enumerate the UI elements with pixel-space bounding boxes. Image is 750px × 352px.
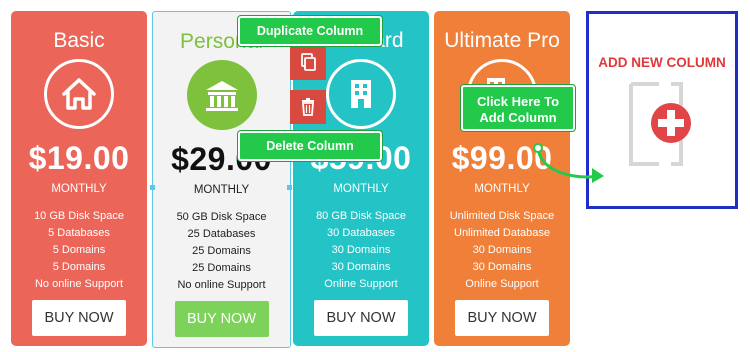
delete-column-button[interactable]: [290, 90, 326, 124]
resize-handle-left[interactable]: [150, 185, 155, 190]
buy-now-button[interactable]: BUY NOW: [174, 301, 269, 337]
add-new-column-label: ADD NEW COLUMN: [598, 55, 726, 70]
building-icon: [326, 59, 396, 129]
feature-list: 80 GB Disk Space 30 Databases 30 Domains…: [293, 208, 429, 293]
feature-item: 50 GB Disk Space: [176, 211, 267, 223]
add-file-icon: [629, 82, 691, 166]
feature-item: 80 GB Disk Space: [316, 210, 406, 222]
feature-list: 50 GB Disk Space 25 Databases 25 Domains…: [153, 209, 290, 294]
buy-now-button[interactable]: BUY NOW: [314, 300, 408, 336]
feature-item: 25 Databases: [187, 228, 256, 240]
add-column-tooltip: Click Here To Add Column: [461, 85, 575, 131]
copy-icon: [301, 53, 316, 71]
column-title: Basic: [53, 29, 105, 52]
feature-list: Unlimited Disk Space Unlimited Database …: [434, 208, 570, 293]
feature-item: 30 Databases: [327, 227, 395, 239]
price: $19.00: [28, 140, 130, 176]
feature-item: 25 Domains: [192, 245, 251, 257]
delete-column-tooltip: Delete Column: [238, 131, 382, 161]
billing-period: MONTHLY: [333, 183, 389, 195]
feature-item: 30 Domains: [472, 261, 532, 273]
feature-item: 30 Domains: [331, 261, 391, 273]
buy-now-button[interactable]: BUY NOW: [32, 300, 126, 336]
pricing-column-personal[interactable]: Personal $29.00 MONTHLY 50 GB Disk Space…: [152, 11, 291, 348]
feature-item: 5 Databases: [48, 227, 110, 239]
resize-handle-right[interactable]: [287, 185, 292, 190]
feature-item: Online Support: [465, 278, 539, 290]
feature-item: No online Support: [177, 279, 266, 291]
pricing-column-basic: Basic $19.00 MONTHLY 10 GB Disk Space 5 …: [11, 11, 147, 346]
feature-item: 30 Domains: [472, 244, 532, 256]
add-column-tooltip-line1: Click Here To: [476, 94, 560, 109]
feature-list: 10 GB Disk Space 5 Databases 5 Domains 5…: [11, 208, 147, 293]
column-title: Ultimate Pro: [444, 29, 560, 52]
feature-item: 25 Domains: [192, 262, 251, 274]
feature-item: 30 Domains: [331, 244, 391, 256]
feature-item: 5 Domains: [52, 261, 106, 273]
feature-item: 5 Domains: [52, 244, 106, 256]
add-column-tooltip-line2: Add Column: [479, 110, 557, 125]
feature-item: Unlimited Database: [454, 227, 550, 239]
buy-now-button[interactable]: BUY NOW: [455, 300, 549, 336]
home-icon: [44, 59, 114, 129]
duplicate-column-button[interactable]: [290, 46, 326, 80]
duplicate-column-tooltip: Duplicate Column: [238, 16, 382, 46]
pointer-arrow-icon: [533, 143, 604, 183]
billing-period: MONTHLY: [51, 183, 107, 195]
feature-item: Unlimited Disk Space: [449, 210, 555, 222]
bank-icon: [186, 60, 257, 130]
feature-item: 10 GB Disk Space: [34, 210, 124, 222]
feature-item: Online Support: [324, 278, 398, 290]
billing-period: MONTHLY: [193, 184, 250, 196]
feature-item: No online Support: [34, 278, 124, 290]
trash-icon: [302, 98, 314, 116]
